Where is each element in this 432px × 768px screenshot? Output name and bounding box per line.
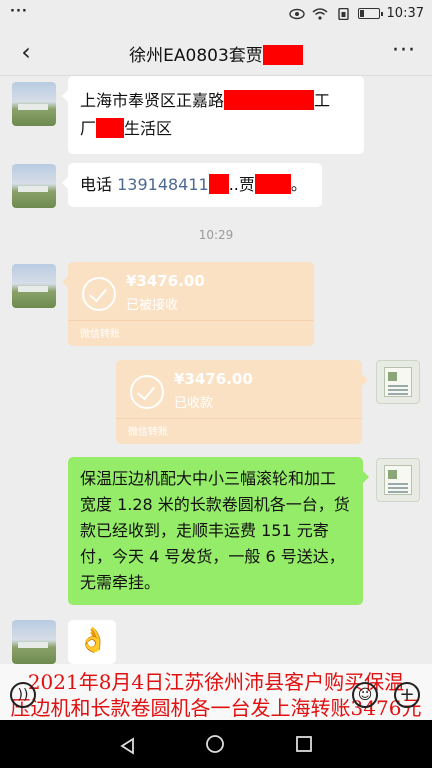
status-bar: ··· 10:37 [0,0,432,28]
status-dots: ··· [10,4,28,19]
avatar-self[interactable] [376,458,420,502]
chat-title-text: 徐州EA0803套贾 [129,46,263,66]
avatar-customer[interactable] [12,82,56,126]
phone-link[interactable]: 139148411 [117,175,209,194]
phone-end: 。 [290,175,307,194]
avatar-customer[interactable] [12,620,56,664]
address-text-2: 厂 [80,119,97,138]
more-options-button[interactable]: ··· [392,38,416,63]
address-text: 上海市奉贤区正嘉路 [80,91,225,110]
check-circle-icon [130,375,164,409]
eye-icon [288,8,305,19]
redaction-block [208,174,229,194]
nav-recent-icon[interactable] [294,734,314,754]
message-address[interactable]: 上海市奉贤区正嘉路 工 厂 生活区 [62,76,364,154]
transfer-amount: ¥3476.00 [126,272,205,290]
address-text-end: 工 [314,91,331,110]
redaction-block [262,45,303,65]
avatar-customer[interactable] [12,164,56,208]
emoji-icon[interactable]: ☺ [352,682,378,708]
transfer-received-card[interactable]: ¥3476.00 已被接收 微信转账 [62,262,314,346]
avatar-self[interactable] [376,360,420,404]
voice-icon[interactable]: )) [10,682,36,708]
nav-back-icon[interactable] [118,736,138,756]
ok-hand-icon: 👌 [78,626,108,654]
status-icons: 10:37 [288,6,424,21]
phone-label: 电话 [80,175,118,194]
transfer-collected-card[interactable]: ¥3476.00 已收款 微信转账 [116,360,368,444]
transfer-amount: ¥3476.00 [174,370,253,388]
redaction-block [96,118,125,138]
address-text-2-end: 生活区 [124,119,173,138]
system-nav-bar [0,720,432,768]
transfer-footer: 微信转账 [80,329,120,340]
redaction-block [224,90,315,110]
redaction-block [254,174,291,194]
wifi-icon [312,7,328,20]
battery-icon [357,8,383,19]
plus-icon[interactable]: + [394,682,420,708]
transfer-footer: 微信转账 [128,427,168,438]
avatar-customer[interactable] [12,264,56,308]
message-timestamp: 10:29 [198,228,234,242]
transfer-status: 已收款 [174,396,214,411]
check-circle-icon [82,277,116,311]
message-reply[interactable]: 保温压边机配大中小三幅滚轮和加工宽度 1.28 米的长款卷圆机各一台，货款已经收… [68,457,369,605]
nav-home-icon[interactable] [205,734,225,754]
chat-title: 徐州EA0803套贾 [0,41,432,66]
chat-header: ‹ 徐州EA0803套贾 ··· [0,28,432,76]
sim-icon [337,7,349,20]
transfer-status: 已被接收 [126,298,179,313]
reply-text: 保温压边机配大中小三幅滚轮和加工宽度 1.28 米的长款卷圆机各一台，货款已经收… [80,469,350,592]
message-emoji[interactable]: 👌 [68,620,116,664]
status-time: 10:37 [386,6,424,21]
message-phone[interactable]: 电话 139148411 ..贾 。 [62,163,322,207]
phone-suffix: ..贾 [228,175,255,194]
